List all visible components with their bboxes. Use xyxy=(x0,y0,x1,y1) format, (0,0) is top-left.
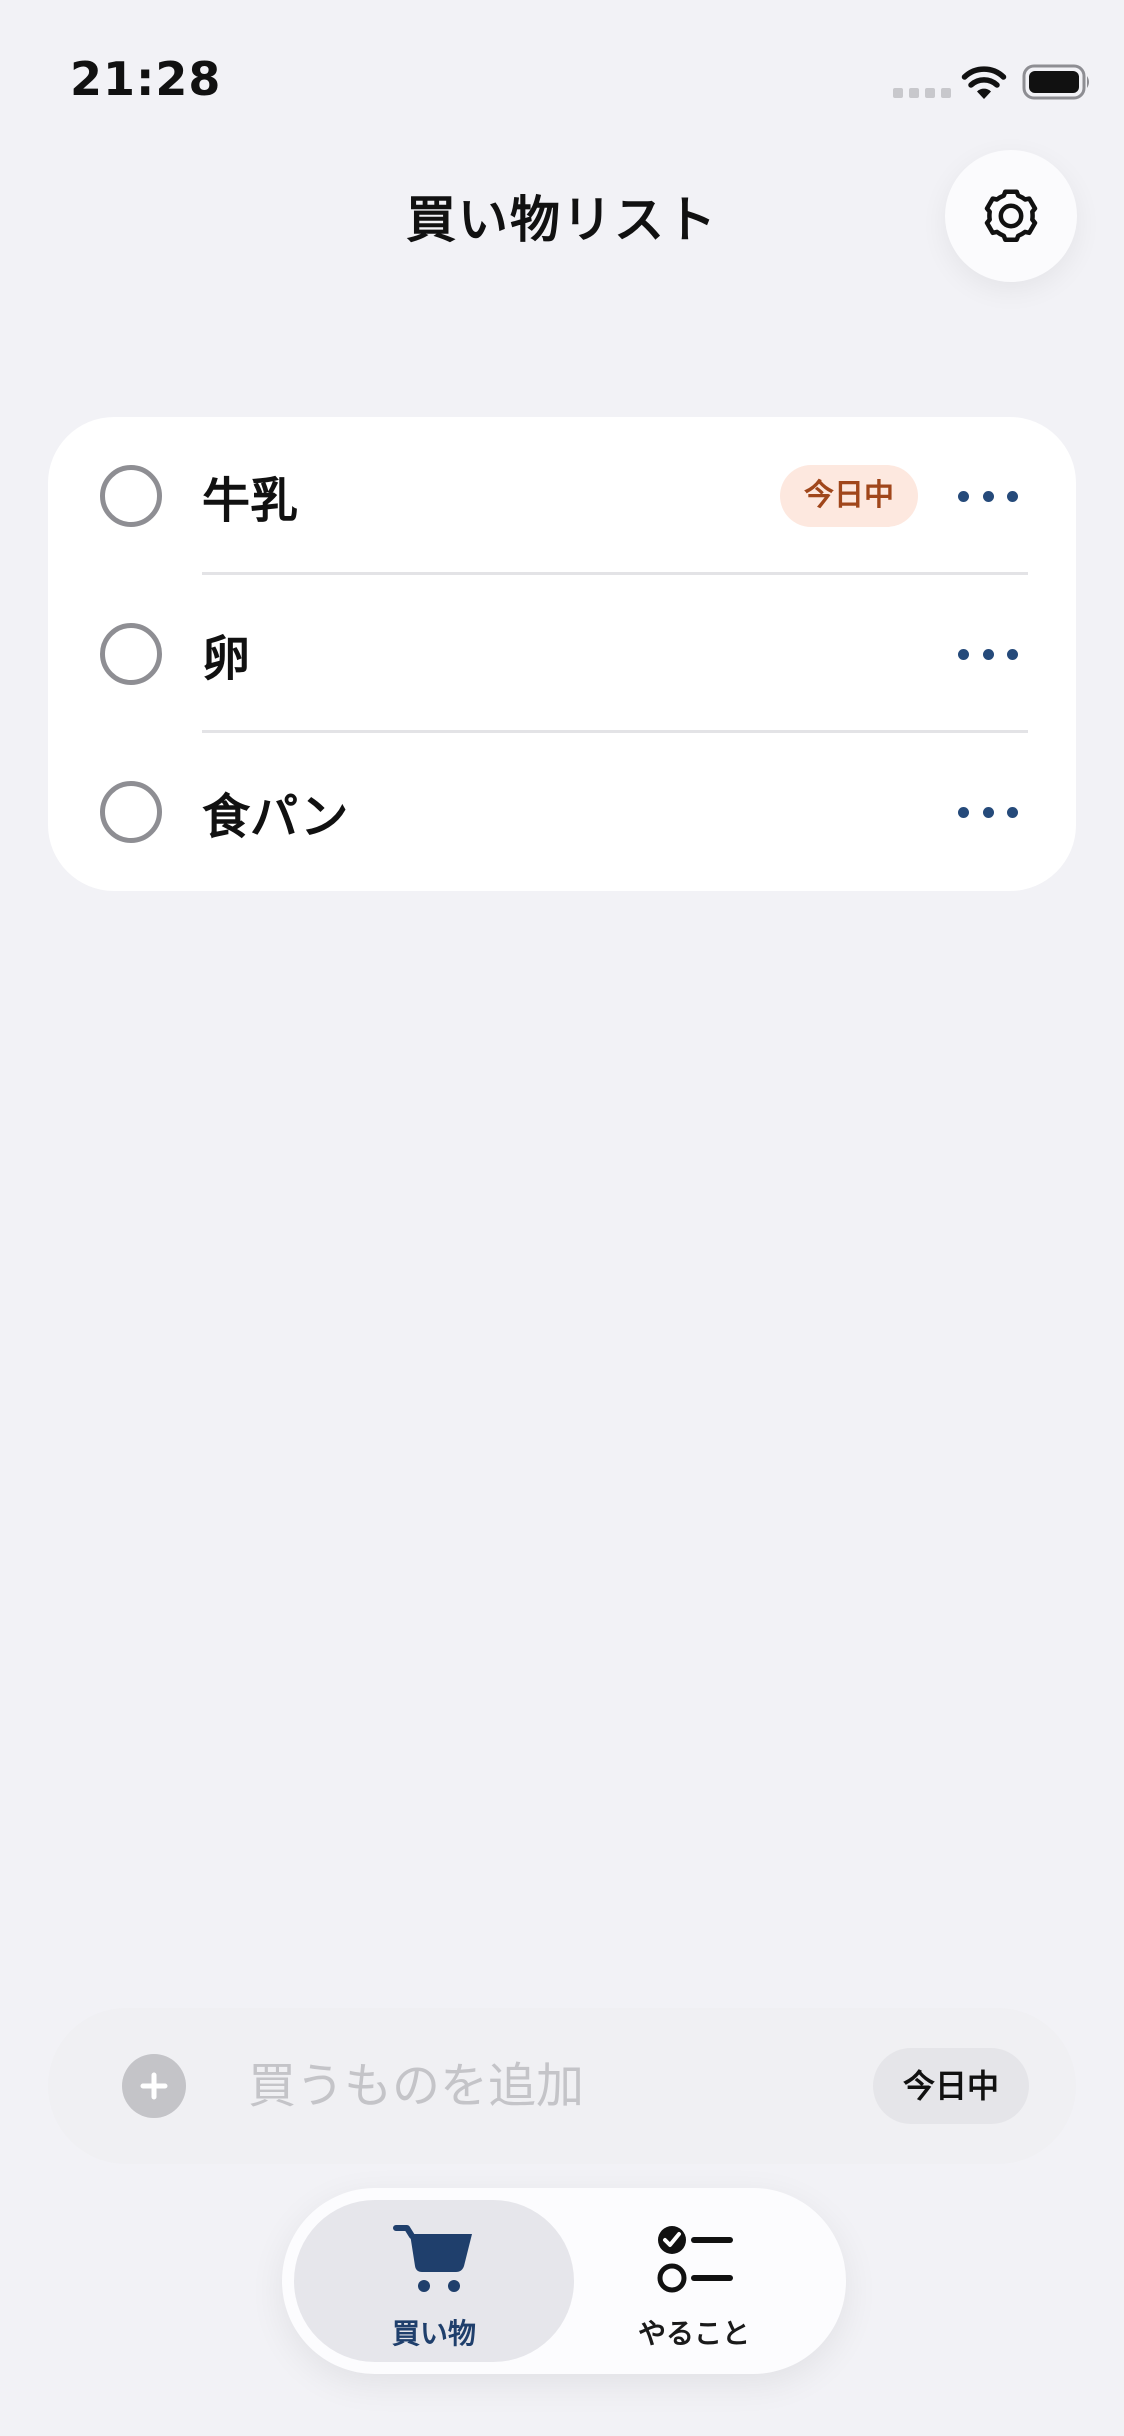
tab-todo[interactable]: やること xyxy=(554,2200,834,2362)
item-label: 牛乳 xyxy=(202,473,299,529)
status-bar: 21:28 xyxy=(0,0,1124,150)
ellipsis-icon[interactable] xyxy=(958,792,1018,832)
list-item[interactable]: 卵 xyxy=(48,575,1076,733)
tab-bar: 買い物 やること xyxy=(282,2188,846,2374)
plus-icon xyxy=(140,2072,168,2100)
item-label: 食パン xyxy=(202,789,349,845)
ellipsis-icon[interactable] xyxy=(958,476,1018,516)
checkbox[interactable] xyxy=(100,465,162,527)
tab-shopping[interactable]: 買い物 xyxy=(294,2200,574,2362)
tab-label: 買い物 xyxy=(391,2317,476,2350)
due-today-badge: 今日中 xyxy=(780,465,918,527)
checkbox[interactable] xyxy=(100,781,162,843)
list-item[interactable]: 食パン xyxy=(48,733,1076,891)
tab-label: やること xyxy=(637,2317,750,2350)
add-button[interactable] xyxy=(122,2054,186,2118)
wifi-icon xyxy=(961,66,1007,99)
due-today-button[interactable]: 今日中 xyxy=(873,2048,1030,2124)
checklist-icon xyxy=(657,2226,733,2293)
item-label: 卵 xyxy=(202,631,251,687)
add-item-bar: 今日中 xyxy=(48,2008,1076,2164)
shopping-list: 牛乳 今日中 卵 食パン xyxy=(48,417,1076,891)
gear-icon xyxy=(984,189,1038,242)
checkbox[interactable] xyxy=(100,623,162,685)
status-time: 21:28 xyxy=(70,52,222,106)
settings-button[interactable] xyxy=(945,150,1077,282)
ellipsis-icon[interactable] xyxy=(958,634,1018,674)
list-item[interactable]: 牛乳 今日中 xyxy=(48,417,1076,575)
add-item-input[interactable] xyxy=(248,2048,848,2124)
battery-icon xyxy=(1022,64,1089,100)
cart-icon xyxy=(393,2225,472,2292)
cellular-signal-icon xyxy=(893,88,951,98)
